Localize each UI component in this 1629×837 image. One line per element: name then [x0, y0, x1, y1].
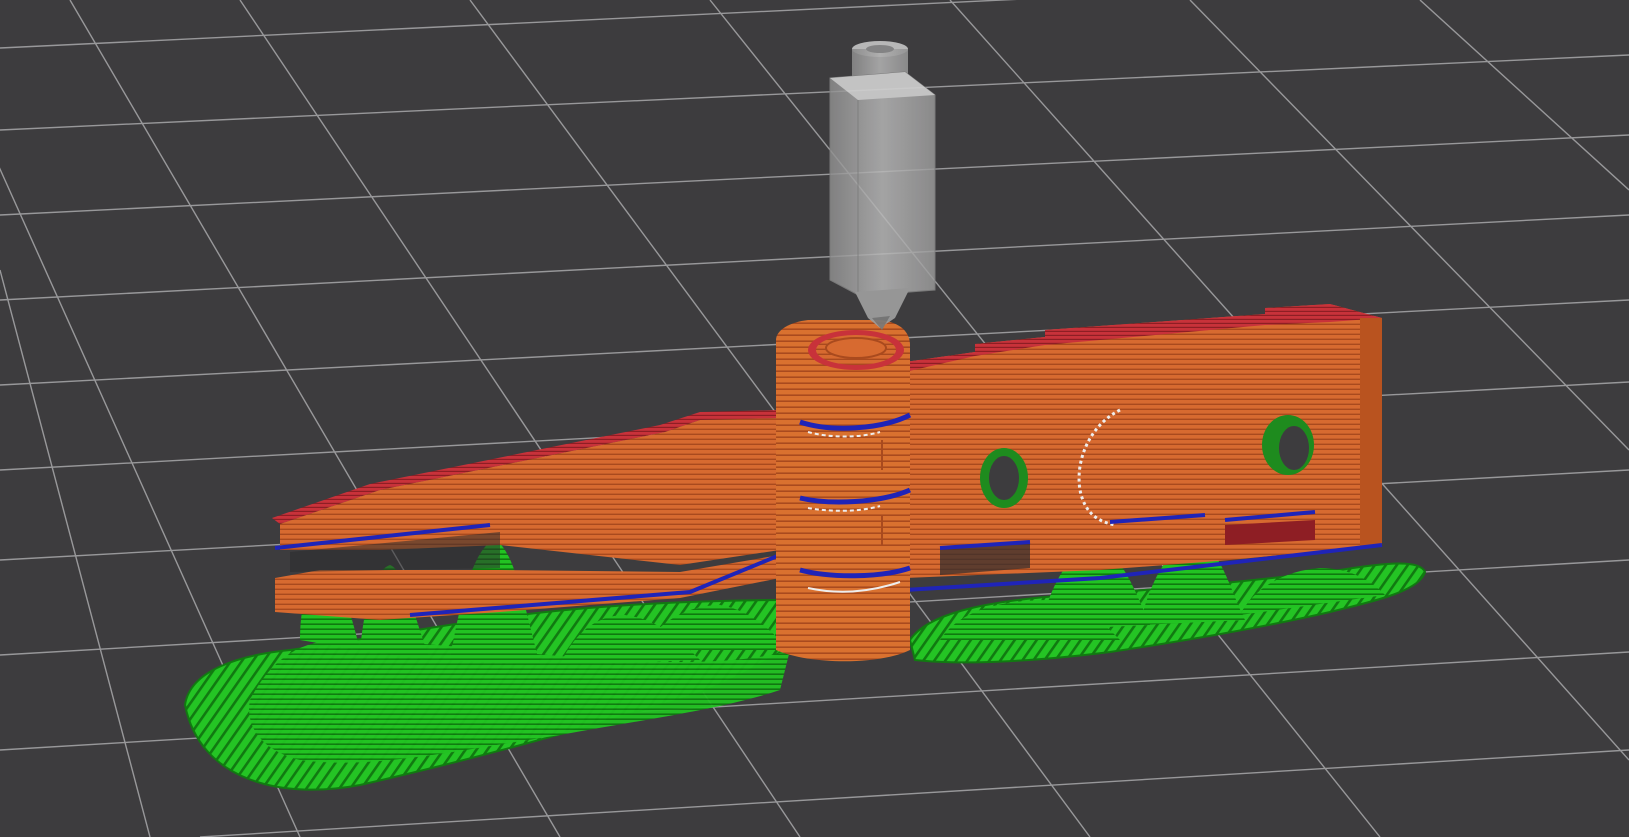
part-right-body: [904, 304, 1383, 592]
extruder-nozzle-icon: [829, 41, 936, 330]
scene-canvas[interactable]: [0, 0, 1629, 837]
3d-viewport[interactable]: [0, 0, 1629, 837]
part-cylinder-hub: [776, 320, 912, 662]
